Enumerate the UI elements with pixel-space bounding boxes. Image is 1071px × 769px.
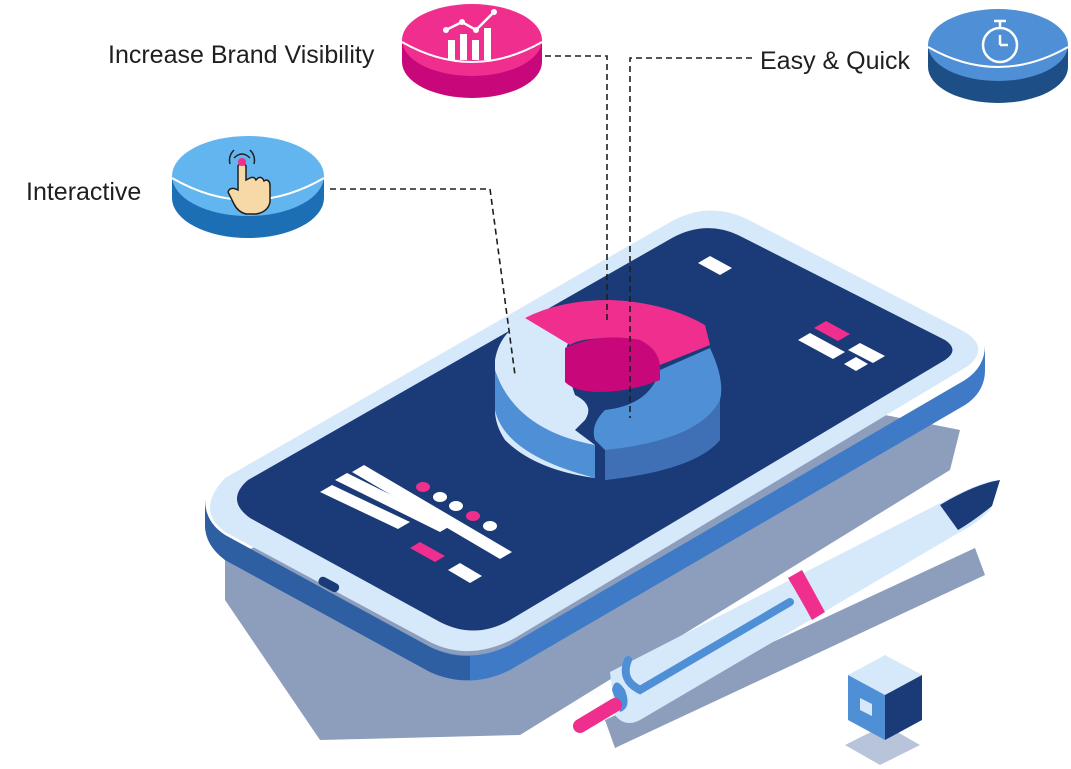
- isometric-phone-illustration: Increase Brand Visibility Easy & Quick I…: [26, 4, 1069, 765]
- donut-chart-3d: [495, 300, 722, 480]
- cube: [848, 655, 922, 740]
- label-brand-visibility: Increase Brand Visibility: [108, 41, 375, 69]
- label-easy-quick: Easy & Quick: [760, 47, 911, 75]
- feature-brand-visibility: [401, 4, 543, 98]
- feature-interactive: [171, 136, 325, 238]
- label-interactive: Interactive: [26, 178, 141, 206]
- feature-easy-quick: [927, 9, 1069, 103]
